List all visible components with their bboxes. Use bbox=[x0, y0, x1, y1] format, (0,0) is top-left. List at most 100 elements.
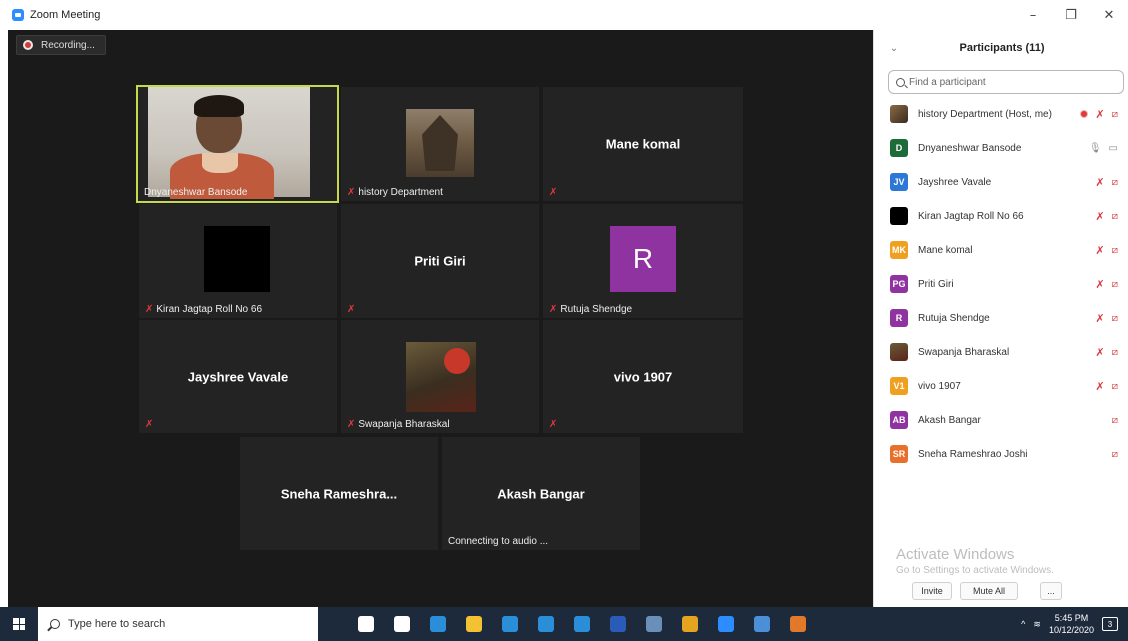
video-tile[interactable]: ✗ history Department bbox=[341, 87, 539, 201]
video-tile[interactable]: Dnyaneshwar Bansode bbox=[136, 85, 339, 203]
muted-mic-icon: ✗ bbox=[347, 186, 356, 198]
taskbar-apps bbox=[348, 607, 816, 641]
minimize-button[interactable]: – bbox=[1014, 0, 1052, 30]
muted-mic-icon[interactable]: ✗ bbox=[1095, 176, 1104, 189]
video-off-icon[interactable]: ⧄ bbox=[1112, 347, 1118, 358]
start-button[interactable] bbox=[0, 607, 38, 641]
muted-mic-icon: ✗ bbox=[549, 303, 558, 315]
notifications-icon[interactable]: 3 bbox=[1102, 617, 1118, 631]
tile-name-label: ✗ Rutuja Shendge bbox=[549, 303, 633, 315]
participant-row[interactable]: D Dnyaneshwar Bansode 🎙 ▭ bbox=[874, 131, 1128, 165]
clock[interactable]: 5:45 PM 10/12/2020 bbox=[1049, 612, 1094, 636]
video-tile[interactable]: Akash Bangar Connecting to audio ... bbox=[442, 437, 640, 550]
camera-icon[interactable] bbox=[636, 607, 672, 641]
video-tile[interactable]: ✗ Swapanja Bharaskal bbox=[341, 320, 539, 433]
file-explorer-icon[interactable] bbox=[456, 607, 492, 641]
tile-display-name: Mane komal bbox=[605, 136, 681, 152]
avatar: AB bbox=[890, 411, 908, 429]
microphone-icon[interactable]: 🎙 bbox=[1089, 143, 1102, 154]
window-title: Zoom Meeting bbox=[30, 9, 101, 21]
participant-status-icons: ✗ ⧄ bbox=[1095, 369, 1118, 403]
muted-mic-icon[interactable]: ✗ bbox=[1095, 346, 1104, 359]
tile-name-label: ✗ history Department bbox=[347, 186, 443, 198]
avatar: R bbox=[890, 309, 908, 327]
muted-mic-icon[interactable]: ✗ bbox=[1095, 210, 1104, 223]
close-button[interactable]: ✕ bbox=[1090, 0, 1128, 30]
participant-row[interactable]: SR Sneha Rameshrao Joshi ⧄ bbox=[874, 437, 1128, 471]
profile-picture bbox=[406, 109, 474, 177]
video-gallery: Recording... Dnyaneshwar Bansode ✗ histo… bbox=[8, 30, 873, 607]
invite-button[interactable]: Invite bbox=[912, 582, 952, 600]
video-tile[interactable]: Mane komal ✗ bbox=[543, 87, 743, 201]
app-icon[interactable] bbox=[564, 607, 600, 641]
participant-row[interactable]: V1 vivo 1907 ✗ ⧄ bbox=[874, 369, 1128, 403]
recording-label: Recording... bbox=[41, 39, 95, 51]
participant-row[interactable]: Swapanja Bharaskal ✗ ⧄ bbox=[874, 335, 1128, 369]
chevron-down-icon[interactable]: ⌄ bbox=[882, 43, 906, 54]
network-icon[interactable]: ≋ bbox=[1033, 619, 1041, 630]
video-off-icon[interactable]: ⧄ bbox=[1112, 177, 1118, 188]
muted-mic-icon[interactable]: ✗ bbox=[1095, 108, 1104, 121]
muted-mic-icon[interactable]: ✗ bbox=[1095, 380, 1104, 393]
video-off-icon[interactable]: ⧄ bbox=[1112, 381, 1118, 392]
taskbar-search-box[interactable]: Type here to search bbox=[38, 607, 318, 641]
zoom-app-icon bbox=[12, 9, 24, 21]
edge-icon[interactable] bbox=[420, 607, 456, 641]
paint-icon[interactable] bbox=[780, 607, 816, 641]
photos-icon[interactable] bbox=[744, 607, 780, 641]
tile-name-label: ✗ bbox=[344, 302, 358, 316]
muted-mic-icon[interactable]: ✗ bbox=[1095, 278, 1104, 291]
participant-video bbox=[148, 87, 310, 199]
video-tile[interactable]: vivo 1907 ✗ bbox=[543, 320, 743, 433]
participant-row[interactable]: R Rutuja Shendge ✗ ⧄ bbox=[874, 301, 1128, 335]
video-icon[interactable]: ▭ bbox=[1109, 143, 1118, 154]
tile-name-label: ✗ Swapanja Bharaskal bbox=[347, 418, 450, 430]
video-off-icon[interactable]: ⧄ bbox=[1112, 313, 1118, 324]
video-tile[interactable]: Sneha Rameshra... bbox=[240, 437, 438, 550]
video-off-icon[interactable]: ⧄ bbox=[1112, 279, 1118, 290]
participant-status-icons: ✗ ⧄ bbox=[1095, 267, 1118, 301]
participants-title: Participants (11) bbox=[959, 42, 1045, 54]
video-off-icon[interactable]: ⧄ bbox=[1112, 245, 1118, 256]
participant-search-input[interactable]: Find a participant bbox=[888, 70, 1124, 94]
participant-row[interactable]: PG Priti Giri ✗ ⧄ bbox=[874, 267, 1128, 301]
video-off-icon[interactable]: ⧄ bbox=[1112, 449, 1118, 460]
video-tile[interactable]: Jayshree Vavale ✗ bbox=[139, 320, 337, 433]
activate-windows-watermark: Activate Windows Go to Settings to activ… bbox=[896, 546, 1054, 576]
more-options-button[interactable]: ... bbox=[1040, 582, 1062, 600]
participant-row[interactable]: Kiran Jagtap Roll No 66 ✗ ⧄ bbox=[874, 199, 1128, 233]
video-off-icon[interactable]: ⧄ bbox=[1112, 109, 1118, 120]
tile-display-name: Priti Giri bbox=[414, 253, 466, 269]
participant-name: Jayshree Vavale bbox=[918, 176, 992, 188]
mail-icon[interactable] bbox=[528, 607, 564, 641]
participant-name: Akash Bangar bbox=[918, 414, 981, 426]
tile-name-label: ✗ bbox=[546, 417, 560, 431]
zoom-icon[interactable] bbox=[708, 607, 744, 641]
tile-display-name: Sneha Rameshra... bbox=[280, 486, 398, 501]
participant-row[interactable]: JV Jayshree Vavale ✗ ⧄ bbox=[874, 165, 1128, 199]
store-icon[interactable] bbox=[492, 607, 528, 641]
video-off-icon[interactable]: ⧄ bbox=[1112, 211, 1118, 222]
muted-mic-icon[interactable]: ✗ bbox=[1095, 244, 1104, 257]
video-off-icon[interactable]: ⧄ bbox=[1112, 415, 1118, 426]
recording-icon[interactable] bbox=[1080, 110, 1089, 118]
cortana-icon[interactable] bbox=[348, 607, 384, 641]
maximize-button[interactable]: ❐ bbox=[1052, 0, 1090, 30]
participant-row[interactable]: MK Mane komal ✗ ⧄ bbox=[874, 233, 1128, 267]
participant-row[interactable]: AB Akash Bangar ⧄ bbox=[874, 403, 1128, 437]
participant-status-icons: ⧄ bbox=[1112, 403, 1118, 437]
word-icon[interactable] bbox=[600, 607, 636, 641]
tray-chevron-icon[interactable]: ^ bbox=[1021, 619, 1025, 629]
participant-row[interactable]: history Department (Host, me) ✗ ⧄ bbox=[874, 97, 1128, 131]
video-tile[interactable]: Priti Giri ✗ bbox=[341, 204, 539, 318]
chrome-icon[interactable] bbox=[672, 607, 708, 641]
participant-status-icons: ✗ ⧄ bbox=[1080, 97, 1118, 131]
video-tile[interactable]: ✗ Kiran Jagtap Roll No 66 bbox=[139, 204, 337, 318]
participant-status-icons: ⧄ bbox=[1112, 437, 1118, 471]
task-view-icon[interactable] bbox=[384, 607, 420, 641]
participant-name: history Department (Host, me) bbox=[918, 108, 1052, 120]
muted-mic-icon[interactable]: ✗ bbox=[1095, 312, 1104, 325]
mute-all-button[interactable]: Mute All bbox=[960, 582, 1018, 600]
recording-indicator[interactable]: Recording... bbox=[16, 35, 106, 55]
video-tile[interactable]: R ✗ Rutuja Shendge bbox=[543, 204, 743, 318]
